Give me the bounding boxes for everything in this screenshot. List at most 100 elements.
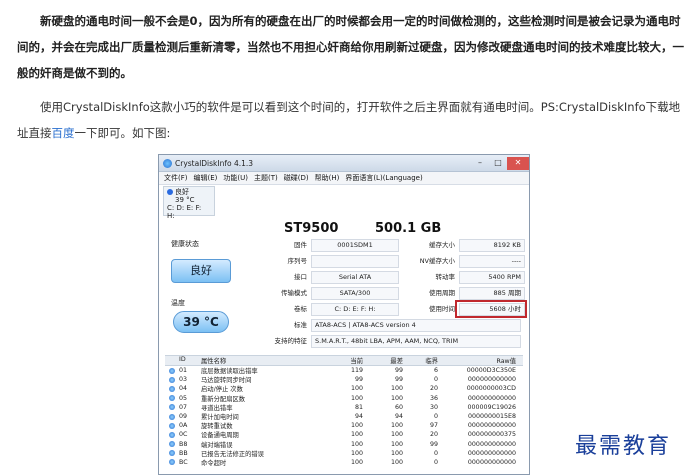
temperature-label: 温度 xyxy=(171,299,185,307)
menu-disk[interactable]: 磁碟(D) xyxy=(284,173,309,183)
table-row[interactable]: 07 寻道出错率 81 60 30 000009C19026 xyxy=(165,403,523,412)
table-row[interactable]: BB 已报告无法修正的错误 100 100 0 000000000000 xyxy=(165,449,523,458)
cell-name: 旋转重试数 xyxy=(201,423,233,431)
health-status-button[interactable]: 良好 xyxy=(171,259,231,283)
baidu-link[interactable]: 百度 xyxy=(52,126,75,140)
field-transfer-mode: 传输模式 SATA/300 xyxy=(251,287,401,300)
cell-worst: 100 xyxy=(390,440,403,448)
article-paragraph-1-text: 新硬盘的通电时间一般不会是0，因为所有的硬盘在出厂的时候都会用一定的时间做检测的… xyxy=(17,14,684,80)
maximize-icon[interactable]: □ xyxy=(489,157,507,170)
cell-current: 100 xyxy=(350,440,363,448)
table-row[interactable]: BC 命令超时 100 100 0 000000000000 xyxy=(165,458,523,467)
cell-current: 99 xyxy=(354,376,363,384)
cell-worst: 100 xyxy=(390,431,403,439)
col-threshold[interactable]: 临界 xyxy=(403,356,438,365)
field-value xyxy=(311,255,399,268)
col-raw[interactable]: Raw值 xyxy=(438,356,516,365)
cell-raw: 000000000000 xyxy=(467,449,516,457)
table-row[interactable]: 04 启动/停止 次数 100 100 20 0000000003CD xyxy=(165,384,523,393)
cell-name: 启动/停止 次数 xyxy=(201,386,243,394)
smart-table: ID 属性名称 当前 最差 临界 Raw值 01 底层数据读取出错率 119 99 6 0… xyxy=(165,355,523,467)
cell-id: BC xyxy=(179,458,188,466)
drive-tab[interactable]: 良好 39 °C C: D: E: F: H: xyxy=(163,186,215,220)
cell-current: 94 xyxy=(354,413,363,421)
table-row[interactable]: B8 端对端错误 100 100 99 000000000000 xyxy=(165,440,523,449)
field-serial: 序列号 xyxy=(251,255,401,268)
cell-current: 100 xyxy=(350,422,363,430)
status-dot-icon xyxy=(165,385,179,392)
cell-current: 100 xyxy=(350,394,363,402)
window-titlebar: CrystalDiskInfo 4.1.3 – □ ✕ xyxy=(159,155,529,172)
cell-raw: 000009C19026 xyxy=(467,403,516,411)
cell-id: 09 xyxy=(179,413,188,421)
article-paragraph-2-tail: 一下即可。如下图: xyxy=(74,126,171,140)
field-value: 8192 KB xyxy=(459,239,525,252)
cell-worst: 60 xyxy=(394,403,403,411)
status-dot-icon xyxy=(165,422,179,429)
cell-name: 已报告无法修正的错误 xyxy=(201,450,264,458)
field-nv-cache: NV缓存大小 ---- xyxy=(411,255,527,268)
table-row[interactable]: 05 重新分配扇区数 100 100 36 000000000000 xyxy=(165,394,523,403)
cell-worst: 100 xyxy=(390,449,403,457)
field-value: Serial ATA xyxy=(311,271,399,284)
status-dot-icon xyxy=(165,413,179,420)
cell-raw: 000000000375 xyxy=(467,431,516,439)
cell-raw: 000000000000 xyxy=(467,458,516,466)
status-dot-icon xyxy=(165,441,179,448)
table-row[interactable]: 0A 旋转重试数 100 100 97 000000000000 xyxy=(165,421,523,430)
cell-name: 命令超时 xyxy=(201,459,227,467)
field-value: 885 周期 xyxy=(459,287,525,300)
field-key: 接口 xyxy=(294,273,307,281)
cell-name: 累计加电时间 xyxy=(201,414,239,422)
field-value: C: D: E: F: H: xyxy=(311,303,399,316)
table-row[interactable]: 03 马达旋转同步时间 99 99 0 000000000000 xyxy=(165,375,523,384)
status-dot-icon xyxy=(169,413,175,420)
temperature-button[interactable]: 39 °C xyxy=(173,311,229,333)
cell-name: 端对端错误 xyxy=(201,441,233,449)
cell-worst: 100 xyxy=(390,394,403,402)
table-row[interactable]: 01 底层数据读取出错率 119 99 6 00000D3C350E xyxy=(165,366,523,375)
status-dot-icon xyxy=(169,431,175,438)
cell-raw: 000000000000 xyxy=(467,422,516,430)
field-value: ---- xyxy=(459,255,525,268)
field-features: 支持的特征 S.M.A.R.T., 48bit LBA, APM, AAM, N… xyxy=(251,335,521,348)
menu-theme[interactable]: 主题(T) xyxy=(254,173,278,183)
article-paragraph-1: 新硬盘的通电时间一般不会是0，因为所有的硬盘在出厂的时候都会用一定的时间做检测的… xyxy=(17,8,689,86)
cell-raw: 0000000015E8 xyxy=(467,413,516,421)
field-key: 转动率 xyxy=(435,273,456,281)
field-key: 传输模式 xyxy=(281,289,307,297)
cell-id: 01 xyxy=(179,367,188,375)
cell-current: 119 xyxy=(350,367,363,375)
table-row[interactable]: 0C 设备通电周期 100 100 20 000000000375 xyxy=(165,430,523,439)
field-key: 使用时间 xyxy=(429,305,455,313)
cell-threshold: 0 xyxy=(433,413,438,421)
col-id[interactable]: ID xyxy=(179,356,201,365)
field-key: 支持的特征 xyxy=(274,337,308,345)
col-worst[interactable]: 最差 xyxy=(363,356,403,365)
col-name[interactable]: 属性名称 xyxy=(201,356,331,365)
minimize-icon[interactable]: – xyxy=(471,157,489,170)
menu-help[interactable]: 帮助(H) xyxy=(315,173,340,183)
menu-function[interactable]: 功能(U) xyxy=(223,173,248,183)
col-current[interactable]: 当前 xyxy=(331,356,363,365)
cell-worst: 94 xyxy=(394,413,403,421)
drive-tab-status: 良好 xyxy=(175,188,189,196)
cell-id: 05 xyxy=(179,394,188,402)
status-dot-icon xyxy=(169,376,175,383)
field-key: 使用周期 xyxy=(429,289,455,297)
menu-edit[interactable]: 编辑(E) xyxy=(194,173,218,183)
cell-current: 100 xyxy=(350,449,363,457)
field-value: SATA/300 xyxy=(311,287,399,300)
cell-worst: 99 xyxy=(394,367,403,375)
field-key: 标准 xyxy=(294,321,307,329)
menu-file[interactable]: 文件(F) xyxy=(164,173,188,183)
close-icon[interactable]: ✕ xyxy=(507,156,529,170)
cell-id: 07 xyxy=(179,403,188,411)
status-dot-icon xyxy=(169,395,175,402)
cell-id: 0A xyxy=(179,422,188,430)
menu-language[interactable]: 界面语言(L)(Language) xyxy=(345,173,422,183)
article-paragraph-2: 使用CrystalDiskInfo这款小巧的软件是可以看到这个时间的，打开软件之… xyxy=(17,94,689,146)
cell-raw: 000000000000 xyxy=(467,440,516,448)
table-row[interactable]: 09 累计加电时间 94 94 0 0000000015E8 xyxy=(165,412,523,421)
drive-tab-temp: 39 °C xyxy=(175,196,195,204)
